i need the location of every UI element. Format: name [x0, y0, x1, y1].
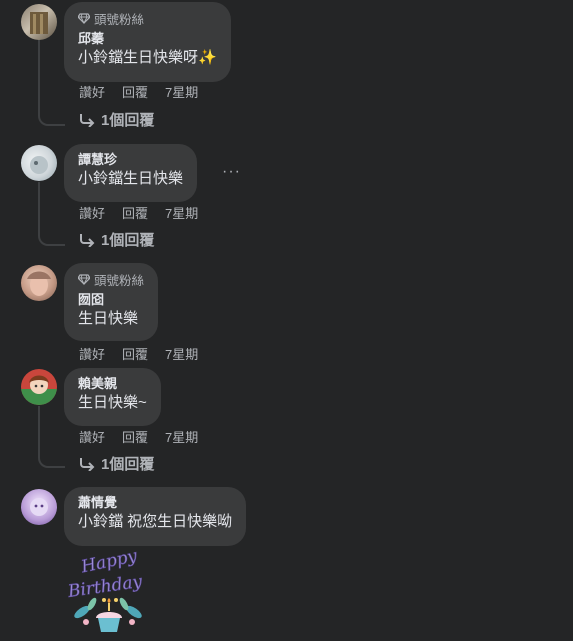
avatar[interactable]	[21, 369, 57, 405]
reply-arrow-icon	[80, 457, 95, 471]
replies-count: 1個回覆	[101, 456, 155, 473]
badge-label: 頭號粉絲	[94, 13, 145, 27]
avatar-photo	[27, 271, 51, 296]
timestamp[interactable]: 7星期	[165, 344, 198, 363]
reply-thread-line	[38, 182, 65, 246]
avatar-photo	[30, 156, 48, 174]
comment-bubble: 頭號粉絲 囫囵 生日快樂	[64, 263, 159, 341]
comment-actions: 讚好 回覆 7星期	[79, 427, 215, 446]
reply-button[interactable]: 回覆	[122, 82, 148, 101]
sparkles-emoji: ✨	[198, 49, 217, 66]
comment-author[interactable]: 邱蓁	[78, 30, 217, 47]
reply-thread-line	[38, 406, 65, 468]
avatar[interactable]	[21, 145, 57, 181]
diamond-icon	[78, 274, 90, 285]
view-replies-link[interactable]: 1個回覆	[79, 229, 154, 250]
sticker-text-birthday: Birthday	[66, 572, 144, 602]
badge-label: 頭號粉絲	[94, 274, 145, 288]
comment-text: 生日快樂	[78, 310, 139, 327]
replies-count: 1個回覆	[101, 112, 155, 129]
reply-button[interactable]: 回覆	[122, 344, 148, 363]
comment-author[interactable]: 譚慧珍	[78, 151, 183, 168]
like-button[interactable]: 讚好	[79, 344, 105, 363]
like-button[interactable]: 讚好	[79, 427, 105, 446]
avatar[interactable]	[21, 265, 57, 301]
birthday-sticker[interactable]: Happy Birthday	[64, 546, 154, 636]
reply-button[interactable]: 回覆	[122, 203, 148, 222]
timestamp[interactable]: 7星期	[165, 427, 198, 446]
comment-actions: 讚好 回覆 7星期	[79, 344, 215, 363]
birthday-sticker-graphic: Happy Birthday	[66, 546, 144, 632]
timestamp[interactable]: 7星期	[165, 82, 198, 101]
reply-arrow-icon	[80, 113, 95, 127]
comment-text: 小鈴鐺 祝您生日快樂呦	[78, 513, 233, 530]
avatar[interactable]	[21, 4, 57, 40]
comment-author[interactable]: 囫囵	[78, 291, 144, 308]
like-button[interactable]: 讚好	[79, 203, 105, 222]
avatar-photo	[30, 498, 48, 516]
avatar-photo	[30, 12, 48, 34]
reply-button[interactable]: 回覆	[122, 427, 148, 446]
top-fan-badge[interactable]: 頭號粉絲	[78, 270, 144, 289]
comment-text: 小鈴鐺生日快樂	[78, 170, 184, 187]
comment-text-body: 小鈴鐺生日快樂呀	[78, 49, 199, 66]
comment-bubble: 頭號粉絲 邱蓁 小鈴鐺生日快樂呀✨	[64, 2, 231, 82]
view-replies-link[interactable]: 1個回覆	[79, 453, 154, 474]
reply-thread-line	[38, 40, 65, 126]
comment-author[interactable]: 賴美親	[78, 375, 147, 392]
top-fan-badge[interactable]: 頭號粉絲	[78, 9, 217, 28]
comment-actions: 讚好 回覆 7星期	[79, 203, 215, 222]
avatar[interactable]	[21, 489, 57, 525]
comment-actions: 讚好 回覆 7星期	[79, 82, 215, 101]
comment-author[interactable]: 蕭情覺	[78, 494, 232, 511]
comment-bubble: 賴美親 生日快樂~	[64, 368, 161, 426]
like-button[interactable]: 讚好	[79, 82, 105, 101]
avatar-photo	[21, 375, 57, 405]
comment-text: 小鈴鐺生日快樂呀✨	[78, 47, 217, 69]
comment-text: 生日快樂~	[78, 394, 147, 411]
view-replies-link[interactable]: 1個回覆	[79, 109, 154, 130]
timestamp[interactable]: 7星期	[165, 203, 198, 222]
more-options-button[interactable]: ···	[222, 163, 241, 181]
cupcake-icon	[96, 598, 122, 632]
comment-bubble: 蕭情覺 小鈴鐺 祝您生日快樂呦	[64, 487, 247, 546]
comment-bubble: 譚慧珍 小鈴鐺生日快樂	[64, 144, 198, 202]
reply-arrow-icon	[80, 233, 95, 247]
diamond-icon	[78, 13, 90, 24]
replies-count: 1個回覆	[101, 232, 155, 249]
